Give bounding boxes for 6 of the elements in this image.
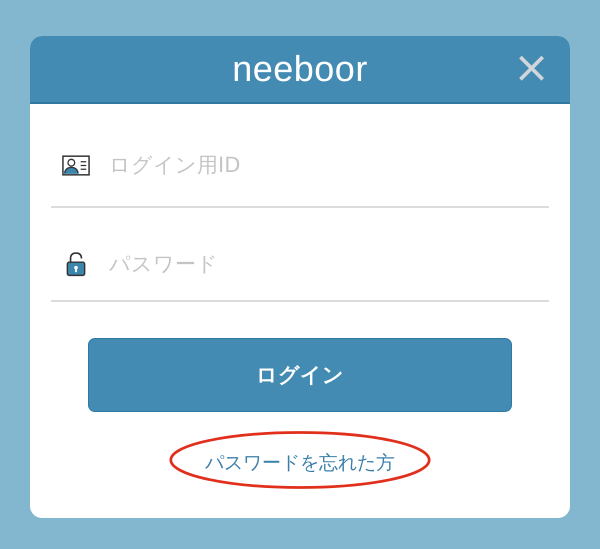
close-button[interactable]: × xyxy=(513,48,550,88)
login-button[interactable]: ログイン xyxy=(88,338,512,412)
input-field[interactable]: ログイン用ID xyxy=(109,153,539,177)
logo: neeboor xyxy=(232,48,368,90)
input-field[interactable]: パスワード xyxy=(109,252,539,276)
id-card-icon xyxy=(61,154,91,176)
